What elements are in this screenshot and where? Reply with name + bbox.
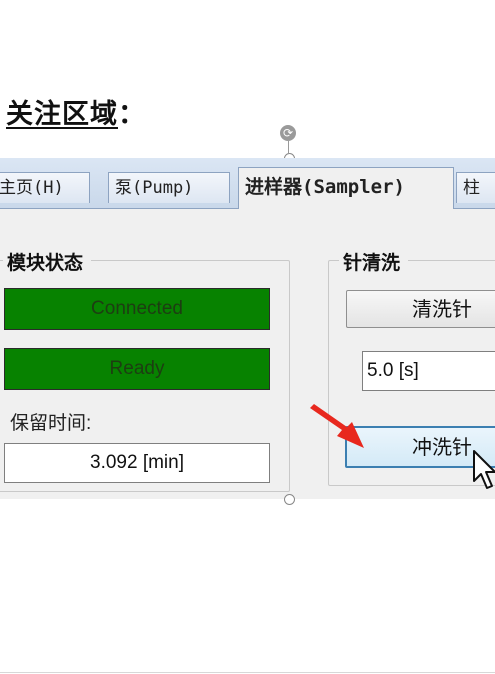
ready-status-indicator: Ready xyxy=(4,348,270,390)
mouse-cursor-icon xyxy=(473,450,495,489)
heading-text: 关注区域 xyxy=(6,99,118,130)
needle-wash-title: 针清洗 xyxy=(339,248,409,275)
tab-pump[interactable]: 泵(Pump) xyxy=(108,172,230,203)
wash-needle-button[interactable]: 清洗针 xyxy=(346,290,495,328)
wash-needle-label: 清洗针 xyxy=(412,297,472,321)
rotate-handle-stem xyxy=(288,141,289,153)
retention-time-field: 3.092 [min] xyxy=(4,443,270,483)
red-arrow-icon xyxy=(310,404,364,448)
tab-home[interactable]: 主页(H) xyxy=(0,172,90,203)
wash-duration-field[interactable]: 5.0 [s] xyxy=(362,351,495,391)
rotate-handle-icon[interactable]: ⟳ xyxy=(280,125,296,141)
tab-sampler[interactable]: 进样器(Sampler) xyxy=(238,167,454,209)
page-heading: 关注区域： xyxy=(6,92,146,131)
flush-needle-label: 冲洗针 xyxy=(412,435,472,459)
module-status-title: 模块状态 xyxy=(3,248,92,275)
tab-bar: 主页(H) 泵(Pump) 进样器(Sampler) 柱 xyxy=(0,158,495,209)
page-bottom-divider xyxy=(0,672,495,673)
resize-handle-bottom[interactable] xyxy=(284,494,295,505)
retention-time-label: 保留时间: xyxy=(10,413,92,434)
connection-status-indicator: Connected xyxy=(4,288,270,330)
embedded-screenshot: 主页(H) 泵(Pump) 进样器(Sampler) 柱 模块状态 Connec… xyxy=(0,158,495,499)
tab-column[interactable]: 柱 xyxy=(456,172,495,203)
heading-colon: ： xyxy=(118,99,146,130)
